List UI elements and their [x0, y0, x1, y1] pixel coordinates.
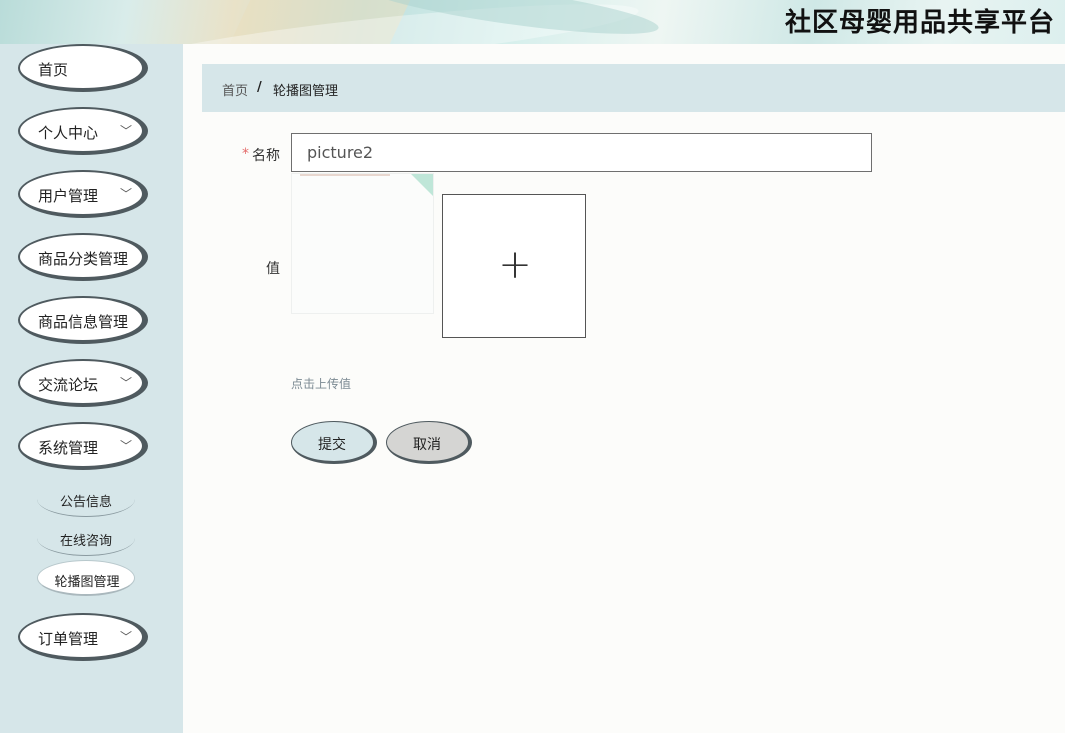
sidebar-item-label: 用户管理	[38, 187, 99, 205]
required-mark: *	[242, 146, 249, 162]
name-input[interactable]	[291, 133, 872, 172]
top-header: 社区母婴用品共享平台	[0, 0, 1065, 44]
submit-button[interactable]: 提交	[291, 421, 377, 464]
chevron-down-icon: ﹀	[119, 376, 132, 390]
sidebar-item-home[interactable]: 首页	[18, 44, 148, 92]
sidebar: 首页 个人中心 ﹀ 用户管理 ﹀ 商品分类管理 商品信息管理 交流论坛 ﹀ 系统…	[0, 44, 183, 733]
sidebar-item-label: 首页	[38, 61, 69, 79]
breadcrumb-current: 轮播图管理	[273, 84, 339, 99]
image-upload-button[interactable]: +	[442, 194, 586, 338]
image-preview-corner	[411, 174, 433, 196]
chevron-down-icon: ﹀	[119, 187, 132, 201]
value-label: 值	[266, 261, 280, 277]
breadcrumb: 首页 / 轮播图管理	[202, 64, 1065, 112]
sidebar-subitem-label: 轮播图管理	[54, 575, 120, 590]
sidebar-subitem-carousel-management[interactable]: 轮播图管理	[37, 560, 135, 596]
sidebar-item-order-management[interactable]: 订单管理 ﹀	[18, 613, 148, 661]
sidebar-item-user-management[interactable]: 用户管理 ﹀	[18, 170, 148, 218]
sidebar-item-label: 订单管理	[38, 630, 99, 648]
sidebar-item-system-management[interactable]: 系统管理 ﹀	[18, 422, 148, 470]
chevron-down-icon: ﹀	[119, 630, 132, 644]
sidebar-item-personal-center[interactable]: 个人中心 ﹀	[18, 107, 148, 155]
sidebar-item-category-management[interactable]: 商品分类管理	[18, 233, 148, 281]
chevron-down-icon: ﹀	[119, 124, 132, 138]
breadcrumb-separator: /	[257, 80, 262, 95]
sidebar-item-product-management[interactable]: 商品信息管理	[18, 296, 148, 344]
breadcrumb-home-link[interactable]: 首页	[222, 80, 248, 99]
submit-button-label: 提交	[318, 437, 346, 453]
plus-icon: +	[498, 242, 532, 288]
image-preview-edge	[300, 174, 390, 176]
sidebar-subitem-announcements[interactable]: 公告信息	[37, 481, 135, 517]
site-title: 社区母婴用品共享平台	[784, 8, 1055, 38]
sidebar-subitem-online-consult[interactable]: 在线咨询	[37, 520, 135, 556]
image-preview	[291, 173, 434, 314]
cancel-button[interactable]: 取消	[386, 421, 472, 464]
sidebar-subitem-label: 在线咨询	[59, 534, 112, 549]
sidebar-item-label: 系统管理	[38, 439, 99, 457]
chevron-down-icon: ﹀	[119, 439, 132, 453]
sidebar-item-label: 商品信息管理	[38, 313, 129, 331]
sidebar-item-label: 交流论坛	[38, 376, 99, 394]
cancel-button-label: 取消	[413, 437, 441, 453]
sidebar-item-label: 商品分类管理	[38, 250, 129, 268]
upload-hint: 点击上传值	[291, 377, 352, 391]
sidebar-item-forum[interactable]: 交流论坛 ﹀	[18, 359, 148, 407]
sidebar-item-label: 个人中心	[38, 124, 99, 142]
name-label: 名称	[252, 148, 280, 164]
sidebar-subitem-label: 公告信息	[59, 495, 112, 510]
